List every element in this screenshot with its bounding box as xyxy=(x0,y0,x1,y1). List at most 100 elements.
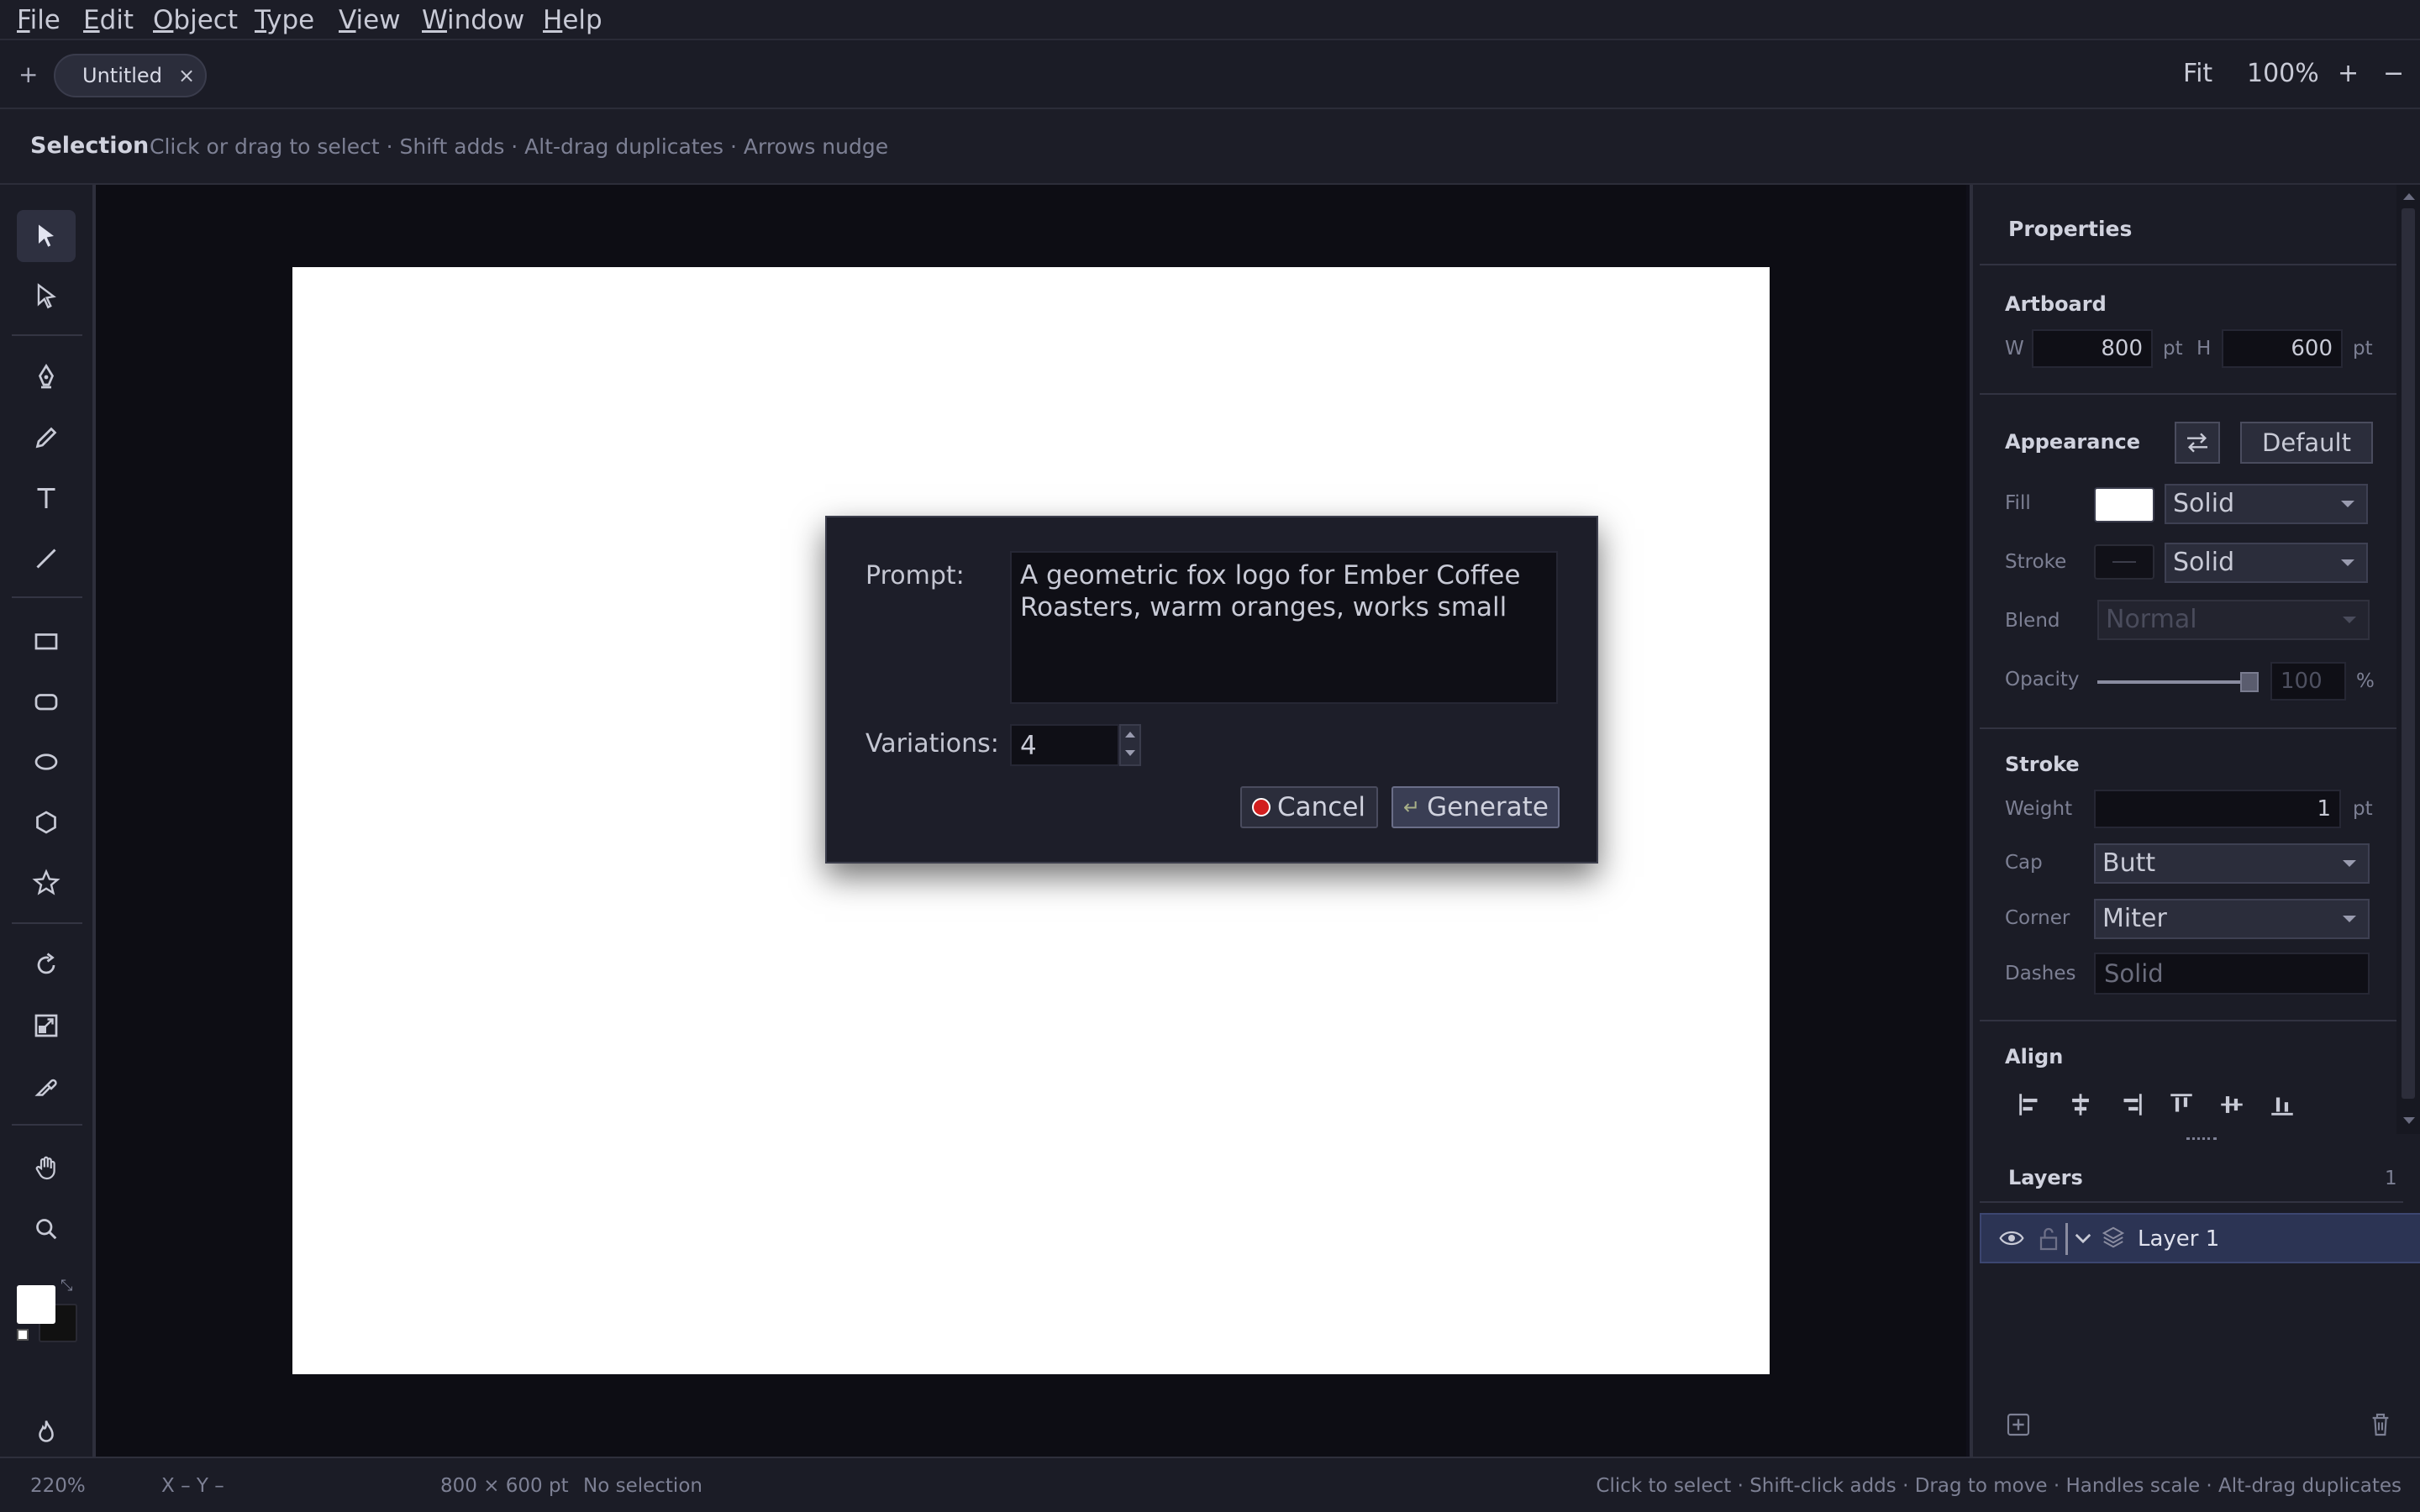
eyedropper-tool-icon[interactable] xyxy=(17,1060,76,1112)
align-center-horizontal-icon[interactable] xyxy=(2065,1090,2096,1119)
tab-untitled[interactable]: Untitled × xyxy=(54,54,207,97)
menu-type[interactable]: Type xyxy=(255,5,314,35)
rotate-tool-icon[interactable] xyxy=(17,939,76,991)
align-top-icon[interactable] xyxy=(2166,1090,2196,1119)
panel-divider xyxy=(1980,1020,2403,1021)
artboard-width-input[interactable]: 800 xyxy=(2032,329,2153,368)
lock-icon[interactable] xyxy=(2039,1226,2059,1252)
artboard-height-input[interactable]: 600 xyxy=(2222,329,2343,368)
cancel-icon xyxy=(1252,798,1270,816)
weight-label: Weight xyxy=(2005,798,2073,820)
opacity-slider-track[interactable] xyxy=(2097,680,2250,684)
direct-selection-tool-icon[interactable] xyxy=(17,270,76,323)
scrollbar-thumb[interactable] xyxy=(2402,208,2415,1099)
opacity-label: Opacity xyxy=(2005,669,2080,690)
trash-icon[interactable] xyxy=(2368,1411,2393,1438)
menu-help[interactable]: Help xyxy=(543,5,602,35)
fit-button[interactable]: Fit xyxy=(2183,59,2212,88)
current-tool-name: Selection xyxy=(30,133,150,159)
panel-divider xyxy=(1980,393,2403,395)
chevron-down-icon[interactable] xyxy=(2074,1231,2092,1245)
layer-row[interactable]: Layer 1 xyxy=(1980,1213,2420,1263)
align-right-icon[interactable] xyxy=(2116,1090,2146,1119)
menu-view[interactable]: View xyxy=(339,5,401,35)
scroll-up-icon[interactable] xyxy=(2403,193,2415,200)
opacity-unit: % xyxy=(2356,670,2375,692)
rounded-rectangle-tool-icon[interactable] xyxy=(17,675,76,727)
pen-tool-icon[interactable] xyxy=(17,351,76,403)
star-tool-icon[interactable] xyxy=(17,857,76,909)
hand-tool-icon[interactable] xyxy=(17,1142,76,1194)
stepper-down-icon[interactable] xyxy=(1125,750,1135,756)
align-bottom-icon[interactable] xyxy=(2267,1090,2297,1119)
menu-window[interactable]: Window xyxy=(422,5,524,35)
tab-close-icon[interactable]: × xyxy=(178,64,195,87)
panel-divider xyxy=(1980,727,2403,729)
cap-value: Butt xyxy=(2102,848,2156,878)
fill-color-swatch[interactable] xyxy=(2094,487,2154,522)
new-tab-button[interactable]: + xyxy=(18,60,38,88)
corner-value: Miter xyxy=(2102,904,2167,933)
add-layer-icon[interactable] xyxy=(2005,1411,2032,1438)
toolbar-divider xyxy=(12,1124,82,1126)
text-tool-icon[interactable] xyxy=(17,472,76,524)
selection-tool-icon[interactable] xyxy=(17,210,76,262)
eye-icon[interactable] xyxy=(1998,1228,2025,1248)
stroke-weight-input[interactable]: 1 xyxy=(2094,790,2341,828)
generate-button[interactable]: ↵ Generate xyxy=(1392,786,1560,828)
cap-label: Cap xyxy=(2005,852,2043,874)
panel-scrollbar[interactable] xyxy=(2396,185,2420,1134)
variations-input[interactable]: 4 xyxy=(1010,724,1119,766)
tool-hint-bar: Selection Click or drag to select · Shif… xyxy=(0,109,2420,185)
status-artboard-size: 800 × 600 pt xyxy=(440,1475,569,1497)
align-left-icon[interactable] xyxy=(2015,1090,2045,1119)
ellipse-tool-icon[interactable] xyxy=(17,736,76,788)
opacity-input: 100 xyxy=(2270,662,2346,701)
cap-dropdown[interactable]: Butt xyxy=(2094,843,2370,884)
layer-color-bar xyxy=(2065,1223,2068,1255)
panel-divider xyxy=(1980,264,2403,265)
scale-tool-icon[interactable] xyxy=(17,1000,76,1052)
polygon-tool-icon[interactable] xyxy=(17,796,76,848)
corner-dropdown[interactable]: Miter xyxy=(2094,899,2370,939)
stepper-up-icon[interactable] xyxy=(1125,732,1135,738)
toolbar-divider xyxy=(12,922,82,924)
toolbar-divider xyxy=(12,596,82,598)
panel-resize-handle[interactable] xyxy=(2186,1137,2217,1141)
panel-divider xyxy=(1980,1201,2403,1203)
default-button[interactable]: Default xyxy=(2240,422,2373,464)
pencil-tool-icon[interactable] xyxy=(17,412,76,464)
zoom-in-button[interactable]: + xyxy=(2338,59,2359,88)
swap-button[interactable] xyxy=(2175,422,2220,464)
dashes-input[interactable]: Solid xyxy=(2094,953,2370,995)
zoom-tool-icon[interactable] xyxy=(17,1203,76,1255)
menubar: File Edit Object Type View Window Help xyxy=(0,0,2420,40)
rectangle-tool-icon[interactable] xyxy=(17,615,76,667)
properties-title: Properties xyxy=(2008,217,2133,241)
properties-panel: Properties Artboard W 800 pt H 600 pt Ap… xyxy=(1970,185,2420,1457)
menu-object[interactable]: Object xyxy=(153,5,238,35)
stroke-type-dropdown[interactable]: Solid xyxy=(2165,543,2368,583)
width-unit: pt xyxy=(2163,338,2183,360)
weight-unit: pt xyxy=(2353,798,2373,820)
menu-file[interactable]: File xyxy=(17,5,60,35)
layers-count: 1 xyxy=(2385,1168,2397,1189)
scroll-down-icon[interactable] xyxy=(2403,1117,2415,1124)
swap-icon xyxy=(2187,433,2207,453)
menu-edit[interactable]: Edit xyxy=(83,5,134,35)
zoom-out-button[interactable]: − xyxy=(2383,59,2404,88)
cancel-button[interactable]: Cancel xyxy=(1240,786,1378,828)
dashes-label: Dashes xyxy=(2005,963,2076,984)
variations-stepper[interactable] xyxy=(1119,724,1141,766)
prompt-textarea[interactable]: A geometric fox logo for Ember Coffee Ro… xyxy=(1010,551,1558,704)
align-middle-vertical-icon[interactable] xyxy=(2217,1090,2247,1119)
stroke-color-swatch[interactable] xyxy=(2094,544,2154,580)
swap-colors-icon[interactable]: ⤡ xyxy=(60,1277,72,1294)
fill-color-swatch[interactable] xyxy=(17,1285,55,1324)
default-colors-icon[interactable] xyxy=(17,1329,29,1341)
stroke-label: Stroke xyxy=(2005,551,2067,573)
flame-icon[interactable] xyxy=(17,1406,76,1458)
opacity-slider-handle[interactable] xyxy=(2240,672,2259,692)
fill-type-dropdown[interactable]: Solid xyxy=(2165,484,2368,524)
line-tool-icon[interactable] xyxy=(17,533,76,585)
